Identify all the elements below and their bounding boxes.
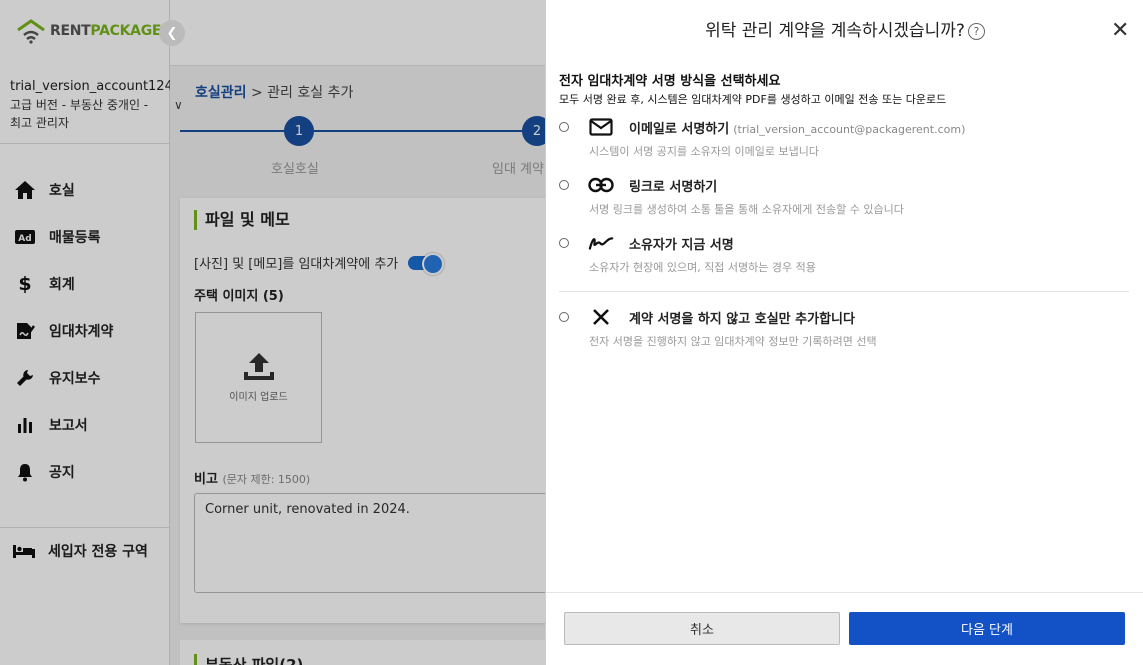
- envelope-icon: [588, 117, 614, 137]
- link-icon: [588, 175, 614, 195]
- dialog-footer-divider: [546, 592, 1143, 593]
- option-sign-now-title: 소유자가 지금 서명: [629, 238, 734, 253]
- option-email-address: (trial_version_account@packagerent.com): [733, 123, 966, 136]
- section-desc: 모두 서명 완료 후, 시스템은 임대차계약 PDF를 생성하고 이메일 전송 …: [559, 93, 947, 106]
- radio-link[interactable]: [559, 180, 569, 190]
- options-divider: [559, 291, 1129, 292]
- sidebar-collapse-button[interactable]: ❮: [159, 20, 185, 46]
- chevron-left-icon: ❮: [166, 25, 178, 41]
- radio-no-sign[interactable]: [559, 312, 569, 322]
- signature-icon: [588, 233, 614, 253]
- help-icon[interactable]: ?: [967, 22, 985, 40]
- option-email-title: 이메일로 서명하기: [629, 122, 730, 137]
- chevron-down-icon[interactable]: ∨: [174, 98, 183, 112]
- modal-backdrop[interactable]: [0, 0, 545, 665]
- radio-sign-now[interactable]: [559, 238, 569, 248]
- option-email-desc: 시스템이 서명 공지를 소유자의 이메일로 보냅니다: [589, 145, 820, 158]
- sign-method-dialog: 위탁 관리 계약을 계속하시겠습니까?? ✕ 전자 임대차계약 서명 방식을 선…: [545, 0, 1143, 665]
- option-link-title: 링크로 서명하기: [629, 180, 718, 195]
- option-no-sign-desc: 전자 서명을 진행하지 않고 임대차계약 정보만 기록하려면 선택: [589, 335, 877, 348]
- option-no-sign-title: 계약 서명을 하지 않고 호실만 추가합니다: [629, 312, 855, 327]
- close-icon[interactable]: ✕: [1111, 20, 1129, 42]
- cancel-button[interactable]: 취소: [564, 612, 840, 645]
- option-sign-now-desc: 소유자가 현장에 있으며, 직접 서명하는 경우 적용: [589, 261, 816, 274]
- section-title: 전자 임대차계약 서명 방식을 선택하세요: [559, 74, 781, 89]
- next-step-button[interactable]: 다음 단계: [849, 612, 1125, 645]
- radio-email[interactable]: [559, 122, 569, 132]
- x-icon: [588, 307, 614, 327]
- option-link-desc: 서명 링크를 생성하여 소통 툴을 통해 소유자에게 전송할 수 있습니다: [589, 203, 904, 216]
- dialog-title: 위탁 관리 계약을 계속하시겠습니까??: [546, 16, 1143, 41]
